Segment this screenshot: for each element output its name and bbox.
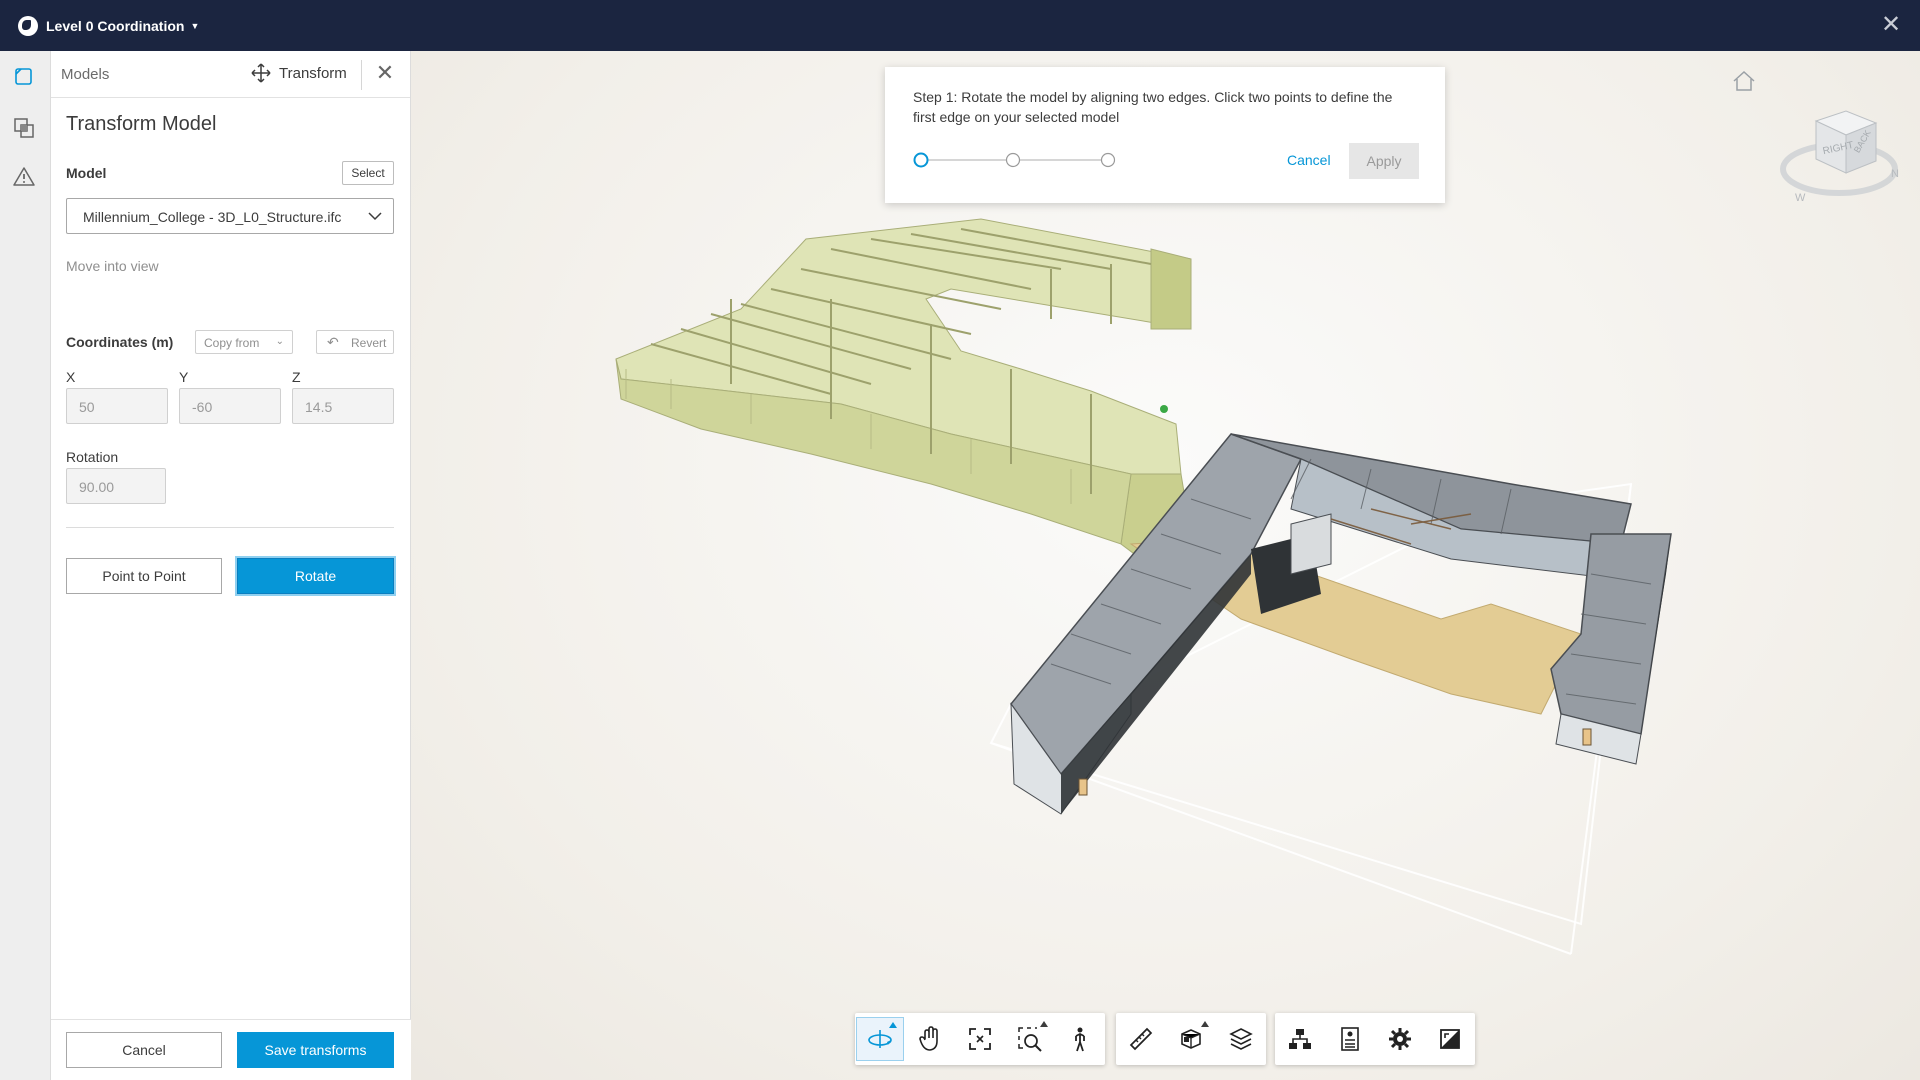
save-transforms-button[interactable]: Save transforms [237,1032,394,1068]
pan-button[interactable] [906,1017,954,1061]
warning-icon[interactable] [12,165,36,189]
3d-scene[interactable] [411,51,1920,1080]
measure-button[interactable] [1117,1017,1165,1061]
chevron-down-icon[interactable]: ▼ [190,21,199,31]
tools-toolbar [1116,1013,1266,1065]
move-into-view-link[interactable]: Move into view [66,258,159,274]
step-instructions-text: Step 1: Rotate the model by aligning two… [913,89,1393,125]
step-3-indicator [1100,152,1116,168]
close-panel-icon[interactable]: ✕ [373,61,397,85]
divider [66,527,394,528]
point-to-point-button[interactable]: Point to Point [66,558,222,594]
fullscreen-button[interactable] [1426,1017,1474,1061]
zoom-window-icon [1018,1027,1042,1052]
step-instructions-card: Step 1: Rotate the model by aligning two… [885,67,1445,203]
rotate-button[interactable]: Rotate [237,558,394,594]
orbit-icon [868,1030,892,1048]
step-apply-button[interactable]: Apply [1349,143,1419,179]
y-label: Y [179,369,189,385]
cancel-button[interactable]: Cancel [66,1032,222,1068]
structure-model[interactable] [615,218,1192,560]
transform-panel: Models Transform ✕ Transform Model Model… [51,51,411,1080]
panel-footer: Cancel Save transforms [51,1019,411,1080]
tab-transform-label: Transform [279,64,347,82]
fit-to-view-icon [969,1028,991,1050]
panel-title: Transform Model [66,113,217,135]
left-rail [0,51,51,1080]
model-dropdown-value: Millennium_College - 3D_L0_Structure.ifc [83,209,342,225]
tab-transform[interactable]: Transform [251,63,347,83]
properties-button[interactable] [1326,1017,1374,1061]
x-label: X [66,369,76,385]
chevron-down-icon: ⌄ [275,336,284,347]
panels-toolbar [1275,1013,1475,1065]
model-browser-icon [1289,1029,1311,1049]
settings-icon [1389,1028,1411,1050]
home-view-icon[interactable] [1731,69,1757,93]
globe-icon [18,15,38,36]
z-label: Z [292,369,301,385]
measure-icon [1129,1027,1153,1051]
settings-button[interactable] [1376,1017,1424,1061]
section-icon [1181,1029,1201,1049]
model-label: Model [66,165,107,181]
models-icon[interactable] [12,65,36,89]
revert-label: Revert [351,336,387,350]
properties-icon [1341,1027,1359,1051]
revert-button[interactable]: ↶ Revert [316,330,394,354]
close-icon[interactable]: ✕ [1880,13,1902,37]
layers-icon [1229,1028,1253,1050]
step-cancel-link[interactable]: Cancel [1287,152,1331,168]
orbit-button[interactable] [856,1017,904,1061]
compass-w: W [1795,192,1806,204]
project-title[interactable]: Level 0 Coordination [46,18,184,34]
undo-icon: ↶ [327,334,339,350]
3d-viewport[interactable]: Step 1: Rotate the model by aligning two… [411,51,1920,1080]
rotation-input[interactable]: 90.00 [66,468,166,504]
compare-icon[interactable] [12,116,36,140]
x-coordinate-input[interactable]: 50 [66,388,168,424]
fit-to-view-button[interactable] [956,1017,1004,1061]
first-person-button[interactable] [1056,1017,1104,1061]
step-1-indicator [913,152,929,168]
pan-icon [919,1026,938,1051]
select-button[interactable]: Select [342,161,394,185]
z-coordinate-input[interactable]: 14.5 [292,388,394,424]
first-person-icon [1075,1027,1085,1052]
model-browser-button[interactable] [1276,1017,1324,1061]
copy-from-dropdown[interactable]: Copy from ⌄ [195,330,293,354]
fullscreen-icon [1440,1029,1460,1049]
move-icon [251,63,271,83]
top-bar: Level 0 Coordination ▼ ✕ [0,0,1920,51]
navigation-toolbar [855,1013,1105,1065]
step-progress [913,152,1116,168]
y-coordinate-input[interactable]: -60 [179,388,281,424]
coordinates-label: Coordinates (m) [66,334,174,350]
zoom-window-button[interactable] [1006,1017,1054,1061]
copy-from-label: Copy from [204,336,260,350]
pick-point-marker [1160,405,1168,413]
chevron-down-icon [368,212,382,221]
viewcube[interactable]: RIGHT BACK N W [1771,91,1901,221]
model-dropdown[interactable]: Millennium_College - 3D_L0_Structure.ifc [66,198,394,234]
layers-button[interactable] [1217,1017,1265,1061]
rotation-label: Rotation [66,449,119,465]
tab-models[interactable]: Models [61,66,109,83]
step-2-indicator [1005,152,1021,168]
panel-header: Models Transform ✕ [51,51,410,98]
compass-n: N [1891,168,1899,180]
section-button[interactable] [1167,1017,1215,1061]
divider [361,60,362,90]
